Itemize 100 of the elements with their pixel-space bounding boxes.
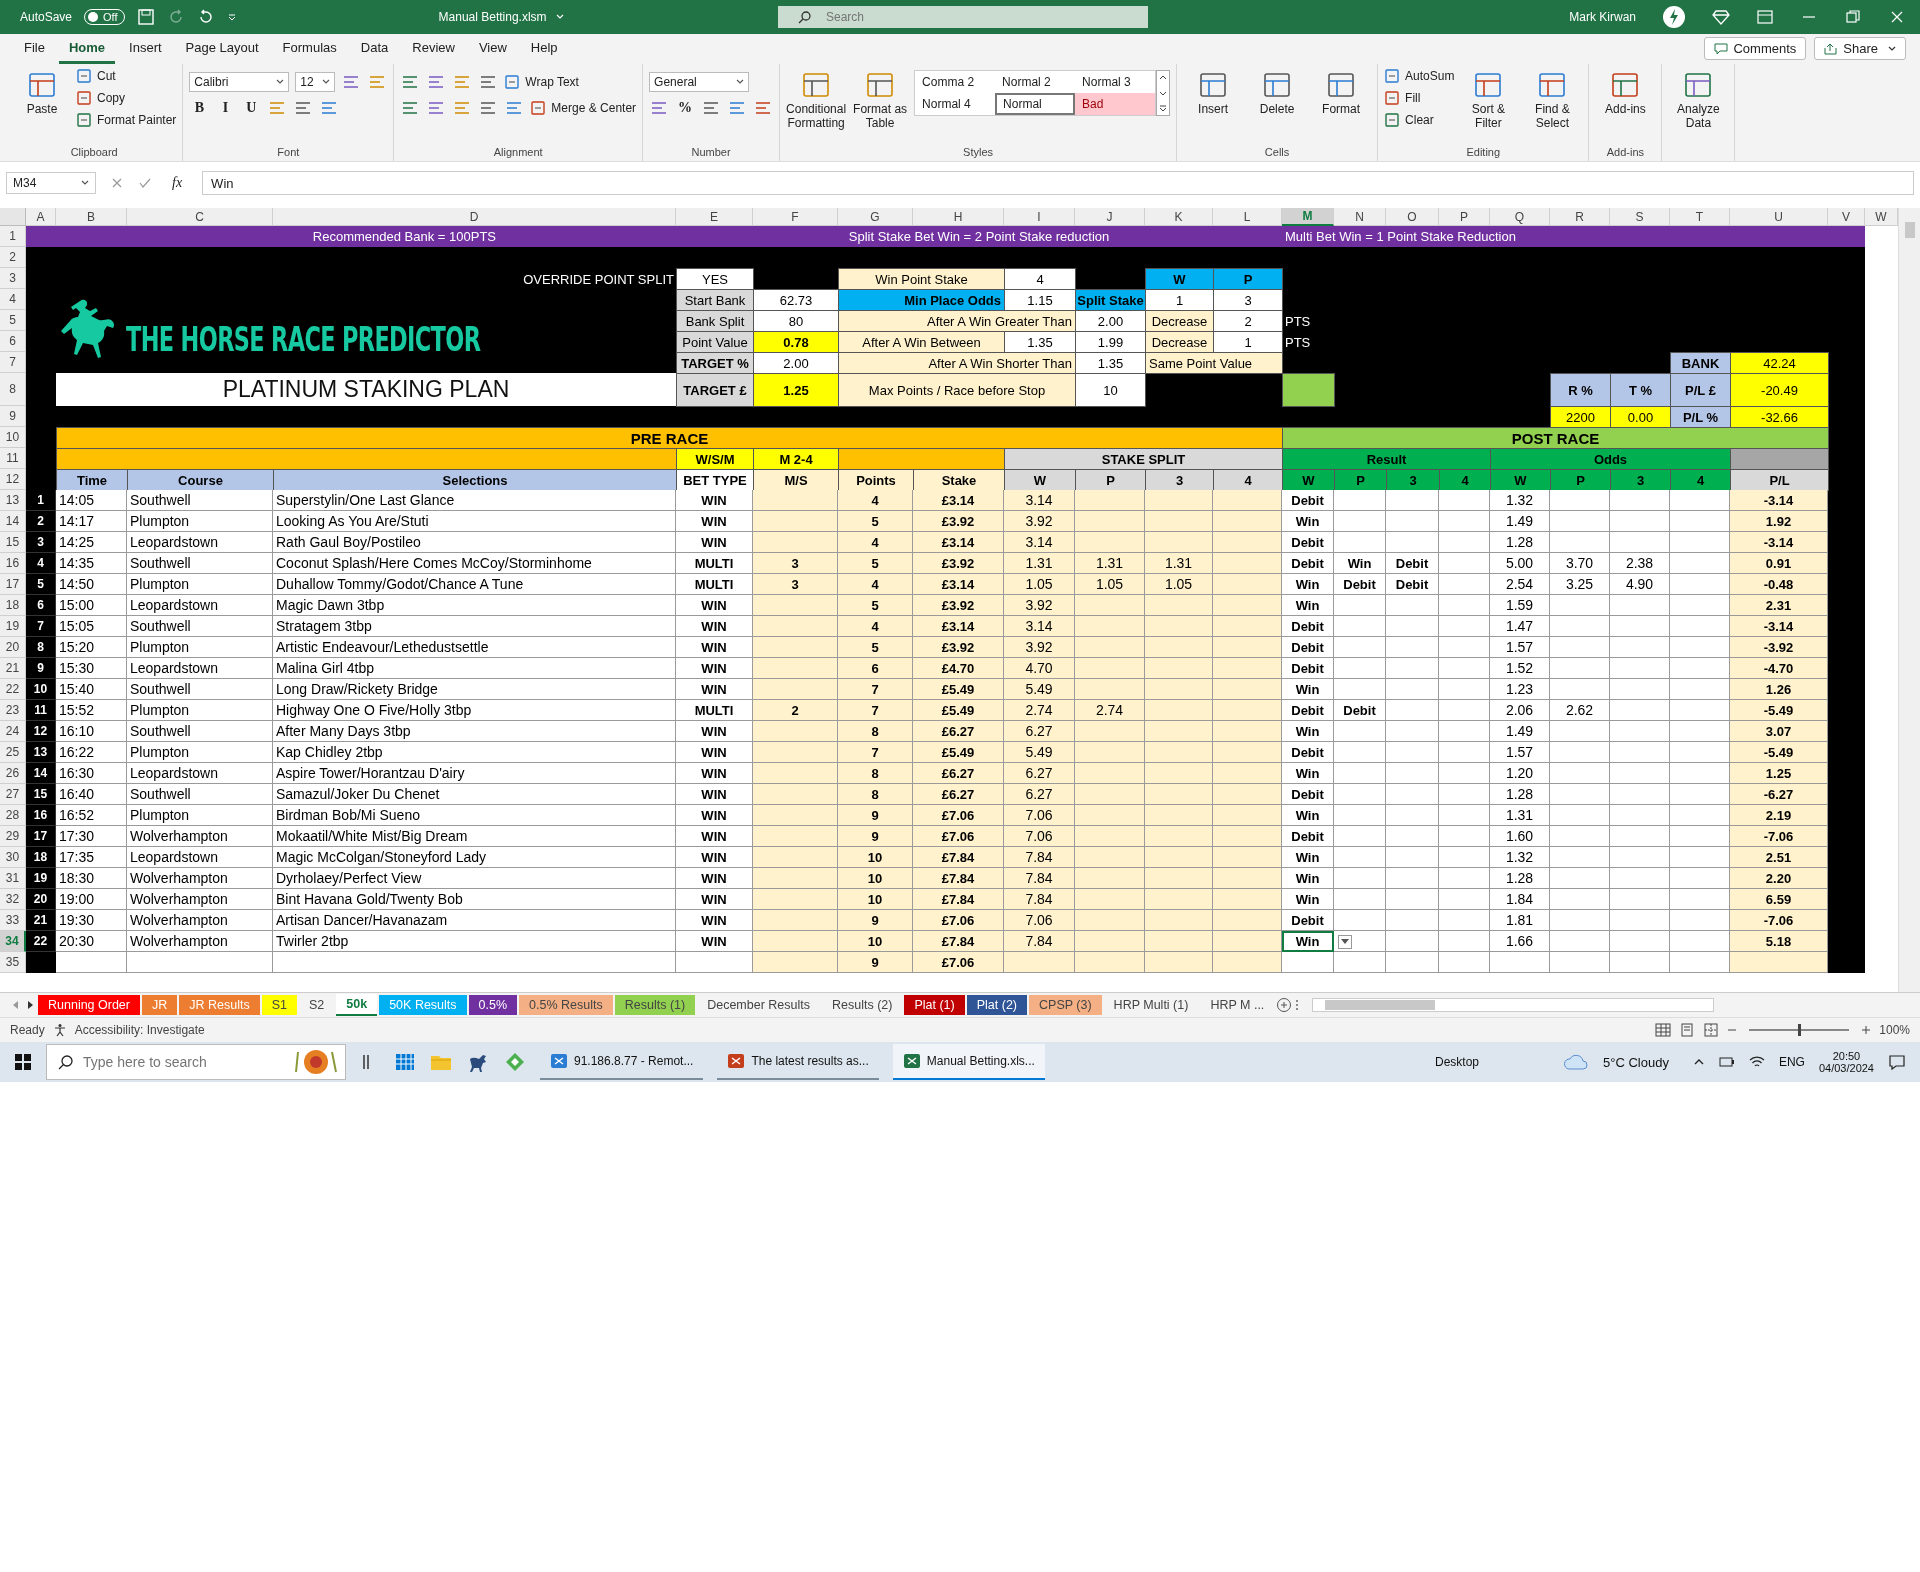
row-header[interactable]: 2	[0, 247, 26, 268]
cancel-icon[interactable]	[110, 176, 124, 190]
ribbon-button[interactable]: Find & Select	[1522, 66, 1583, 131]
row-header[interactable]: 9	[0, 406, 26, 427]
avatar-icon[interactable]	[1662, 5, 1686, 29]
column-header[interactable]: W	[1865, 208, 1898, 226]
column-header[interactable]: I	[1004, 208, 1075, 226]
toggle-button[interactable]: %	[675, 98, 696, 118]
table-cell[interactable]	[1386, 784, 1439, 805]
ribbon-button[interactable]: Format as Table	[850, 66, 911, 131]
table-cell[interactable]	[1334, 889, 1386, 910]
table-cell[interactable]	[1439, 511, 1490, 532]
column-header[interactable]: K	[1145, 208, 1213, 226]
column-header[interactable]: L	[1213, 208, 1282, 226]
table-cell[interactable]	[1334, 868, 1386, 889]
table-cell[interactable]	[1439, 910, 1490, 931]
sheet-tab[interactable]: Results (2)	[822, 995, 903, 1015]
table-cell[interactable]	[1334, 847, 1386, 868]
row-header[interactable]: 25	[0, 742, 26, 763]
table-cell[interactable]	[1386, 742, 1439, 763]
row-header[interactable]: 33	[0, 910, 26, 931]
table-cell[interactable]	[1334, 490, 1386, 511]
table-cell[interactable]	[1439, 679, 1490, 700]
more-icon[interactable]	[1294, 998, 1301, 1012]
table-cell[interactable]: Debit	[1334, 700, 1386, 721]
ribbon-button[interactable]: Merge & Center	[530, 98, 637, 118]
row-header[interactable]: 11	[0, 448, 26, 469]
sheet-tab[interactable]: Running Order	[38, 995, 140, 1015]
table-cell[interactable]	[1386, 700, 1439, 721]
sheet-tab[interactable]: December Results	[697, 995, 820, 1015]
cell-style-option[interactable]: Normal	[995, 93, 1076, 115]
gallery-scroll-icon[interactable]	[1156, 70, 1171, 116]
table-cell[interactable]	[1439, 721, 1490, 742]
customize-icon[interactable]	[226, 12, 237, 22]
row-header[interactable]: 27	[0, 784, 26, 805]
table-cell[interactable]: Win	[1282, 847, 1334, 868]
table-cell[interactable]: Win	[1282, 574, 1334, 595]
battery-icon[interactable]	[1718, 1055, 1735, 1069]
column-header[interactable]: R	[1550, 208, 1610, 226]
table-cell[interactable]	[1439, 763, 1490, 784]
row-header[interactable]: 8	[0, 373, 26, 406]
notification-icon[interactable]	[1888, 1053, 1906, 1071]
toggle-button[interactable]: B	[189, 98, 210, 118]
ribbon-button[interactable]: Wrap Text	[504, 72, 579, 92]
share-button[interactable]: Share	[1814, 37, 1906, 60]
windows-logo-icon[interactable]	[14, 1053, 32, 1071]
row-header[interactable]: 12	[0, 469, 26, 490]
accessibility-status[interactable]: Accessibility: Investigate	[74, 1023, 205, 1037]
table-cell[interactable]	[1386, 868, 1439, 889]
diamond-app-icon[interactable]	[504, 1051, 526, 1073]
menu-tab[interactable]: Insert	[119, 34, 172, 64]
page-break-icon[interactable]	[1703, 1023, 1720, 1037]
taskbar-search-field[interactable]: Type here to search	[46, 1044, 346, 1080]
cell-style-option[interactable]: Normal 3	[1075, 71, 1156, 93]
column-header[interactable]: F	[753, 208, 838, 226]
sheet-tab[interactable]: 0.5%	[468, 995, 518, 1015]
table-cell[interactable]	[1439, 889, 1490, 910]
table-cell[interactable]	[1386, 679, 1439, 700]
zoom-level[interactable]: 100%	[1879, 1023, 1910, 1037]
sheet-tab[interactable]: 0.5% Results	[519, 995, 613, 1015]
name-box[interactable]: M34	[6, 172, 96, 194]
cell-style-option[interactable]: Normal 2	[995, 71, 1076, 93]
table-cell[interactable]: Win	[1282, 763, 1334, 784]
row-header[interactable]: 5	[0, 310, 26, 331]
zoom-in-icon[interactable]	[1861, 1025, 1872, 1035]
table-cell[interactable]: Debit	[1282, 532, 1334, 553]
row-header[interactable]: 29	[0, 826, 26, 847]
row-header[interactable]: 10	[0, 427, 26, 448]
table-cell[interactable]: Win	[1282, 868, 1334, 889]
table-cell[interactable]	[1334, 742, 1386, 763]
table-cell[interactable]: Win	[1334, 553, 1386, 574]
column-header[interactable]: A	[26, 208, 56, 226]
ribbon-button[interactable]: Cut	[76, 66, 116, 86]
sheet-tab[interactable]: HRP Multi (1)	[1103, 995, 1199, 1015]
table-cell[interactable]	[1386, 805, 1439, 826]
zoom-slider[interactable]	[1749, 1024, 1850, 1036]
taskbar-app-button[interactable]: Manual Betting.xls...	[892, 1044, 1045, 1080]
row-header[interactable]: 3	[0, 268, 26, 289]
normal-view-icon[interactable]	[1655, 1023, 1672, 1037]
row-header[interactable]: 7	[0, 352, 26, 373]
ribbon-button[interactable]: Copy	[76, 88, 125, 108]
table-cell[interactable]: Debit	[1282, 637, 1334, 658]
search-field[interactable]: Search	[778, 6, 1148, 28]
diamond-icon[interactable]	[1712, 8, 1730, 26]
language-indicator[interactable]: ENG	[1778, 1055, 1805, 1069]
table-cell[interactable]	[1334, 658, 1386, 679]
column-header[interactable]: C	[127, 208, 273, 226]
page-layout-icon[interactable]	[1679, 1023, 1696, 1037]
menu-tab[interactable]: Formulas	[272, 34, 347, 64]
row-header[interactable]: 6	[0, 331, 26, 352]
save-icon[interactable]	[136, 8, 155, 26]
table-cell[interactable]	[1334, 679, 1386, 700]
row-header[interactable]: 31	[0, 868, 26, 889]
clock-time[interactable]: 20:50	[1832, 1050, 1861, 1062]
add-sheet-icon[interactable]	[1276, 997, 1293, 1013]
table-cell[interactable]: Win	[1282, 721, 1334, 742]
sheet-tab[interactable]: CPSP (3)	[1029, 995, 1102, 1015]
ribbon-button[interactable]: Add-ins	[1595, 66, 1656, 117]
table-cell[interactable]	[1386, 931, 1439, 952]
table-cell[interactable]	[1334, 511, 1386, 532]
